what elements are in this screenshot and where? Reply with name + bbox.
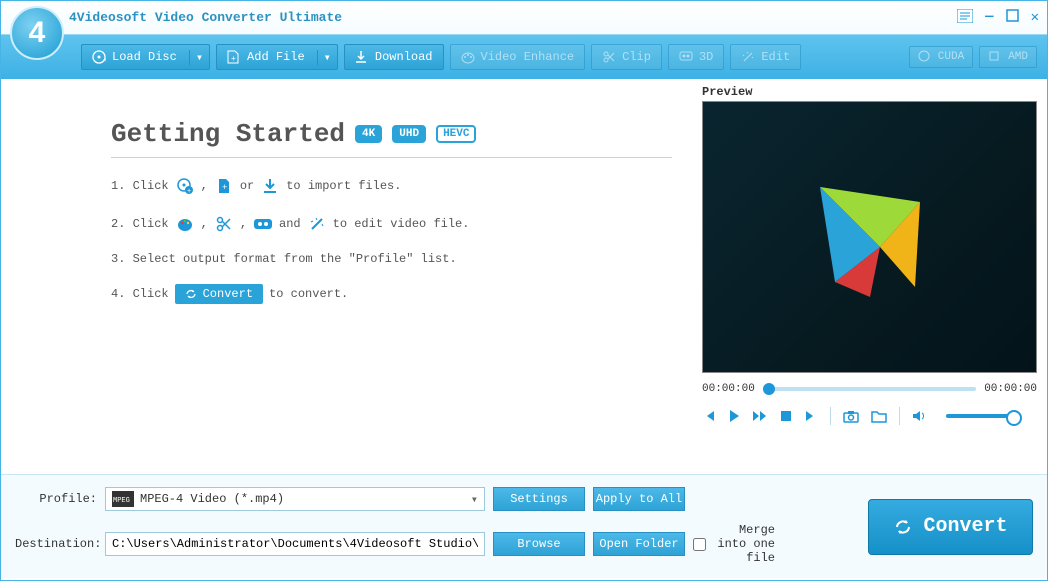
step-2: 2. Click , , and to edit video file. (111, 214, 672, 234)
wand-icon (307, 214, 327, 234)
badge-uhd: UHD (392, 125, 426, 143)
three-d-icon (253, 214, 273, 234)
getting-started-panel: Getting Started 4K UHD HEVC 1. Click + ,… (1, 79, 702, 474)
convert-button[interactable]: Convert (868, 499, 1033, 555)
cuda-button[interactable]: CUDA (909, 46, 973, 68)
chevron-down-icon[interactable]: ▾ (189, 50, 209, 65)
convert-mini-button: Convert (175, 284, 263, 304)
badge-4k: 4K (355, 125, 382, 143)
time-total: 00:00:00 (984, 383, 1037, 395)
stop-icon[interactable] (780, 410, 792, 422)
preview-logo (780, 147, 960, 327)
titlebar: 4Videosoft Video Converter Ultimate — ✕ (1, 1, 1047, 35)
refresh-icon (185, 288, 197, 300)
preview-label: Preview (702, 85, 1037, 99)
file-add-icon: + (214, 176, 234, 196)
menu-icon[interactable] (957, 9, 973, 26)
destination-label: Destination: (15, 537, 97, 551)
snapshot-icon[interactable] (843, 409, 859, 423)
preview-area (702, 101, 1037, 373)
disc-add-icon: + (175, 176, 195, 196)
fast-forward-icon[interactable] (752, 409, 768, 423)
settings-button[interactable]: Settings (493, 487, 585, 511)
add-file-button[interactable]: + Add File ▾ (216, 44, 338, 70)
three-d-button[interactable]: 3D (668, 44, 724, 70)
volume-slider[interactable] (946, 414, 1016, 418)
clip-button[interactable]: Clip (591, 44, 662, 70)
edit-button[interactable]: Edit (730, 44, 801, 70)
folder-icon[interactable] (871, 409, 887, 423)
volume-icon[interactable] (912, 409, 928, 423)
next-icon[interactable] (804, 409, 818, 423)
getting-started-heading: Getting Started (111, 119, 345, 149)
time-current: 00:00:00 (702, 383, 755, 395)
file-add-icon: + (227, 50, 241, 64)
badge-hevc: HEVC (436, 125, 476, 143)
svg-text:+: + (103, 57, 106, 64)
mpeg-icon: MPEG (112, 491, 134, 507)
destination-input[interactable] (105, 532, 485, 556)
bottom-panel: Profile: MPEG MPEG-4 Video (*.mp4) ▾ Set… (1, 474, 1047, 578)
disc-icon: + (92, 50, 106, 64)
profile-label: Profile: (15, 492, 97, 506)
download-button[interactable]: Download (344, 44, 444, 70)
open-folder-button[interactable]: Open Folder (593, 532, 685, 556)
step-4: 4. Click Convert to convert. (111, 284, 672, 304)
palette-icon (461, 50, 475, 64)
svg-text:+: + (231, 55, 236, 64)
scissors-icon (214, 214, 234, 234)
seek-slider[interactable] (763, 387, 976, 391)
svg-text:+: + (187, 188, 191, 195)
svg-text:MPEG: MPEG (113, 497, 130, 505)
minimize-icon[interactable]: — (985, 9, 993, 26)
preview-controls (702, 407, 1037, 425)
time-bar: 00:00:00 00:00:00 (702, 383, 1037, 395)
chevron-down-icon: ▾ (471, 492, 478, 507)
close-icon[interactable]: ✕ (1031, 9, 1039, 26)
step-1: 1. Click + , + or to import files. (111, 176, 672, 196)
profile-select[interactable]: MPEG MPEG-4 Video (*.mp4) ▾ (105, 487, 485, 511)
download-icon (260, 176, 280, 196)
prev-icon[interactable] (702, 409, 716, 423)
video-enhance-button[interactable]: Video Enhance (450, 44, 586, 70)
play-icon[interactable] (728, 409, 740, 423)
wand-icon (741, 50, 755, 64)
nvidia-icon (918, 50, 932, 64)
refresh-icon (893, 517, 913, 537)
load-disc-button[interactable]: + Load Disc ▾ (81, 44, 210, 70)
browse-button[interactable]: Browse (493, 532, 585, 556)
apply-to-all-button[interactable]: Apply to All (593, 487, 685, 511)
toolbar: + Load Disc ▾ + Add File ▾ Download Vide… (1, 35, 1047, 79)
svg-text:+: + (222, 183, 227, 193)
maximize-icon[interactable] (1006, 9, 1019, 26)
amd-icon (988, 50, 1002, 64)
three-d-icon (679, 50, 693, 64)
amd-button[interactable]: AMD (979, 46, 1037, 68)
merge-checkbox[interactable]: Merge into one file (693, 523, 775, 565)
palette-icon (175, 214, 195, 234)
download-icon (355, 50, 369, 64)
scissors-icon (602, 50, 616, 64)
app-logo: 4 (10, 6, 64, 60)
step-3: 3. Select output format from the "Profil… (111, 252, 672, 266)
chevron-down-icon[interactable]: ▾ (317, 50, 337, 65)
app-title: 4Videosoft Video Converter Ultimate (69, 10, 342, 25)
